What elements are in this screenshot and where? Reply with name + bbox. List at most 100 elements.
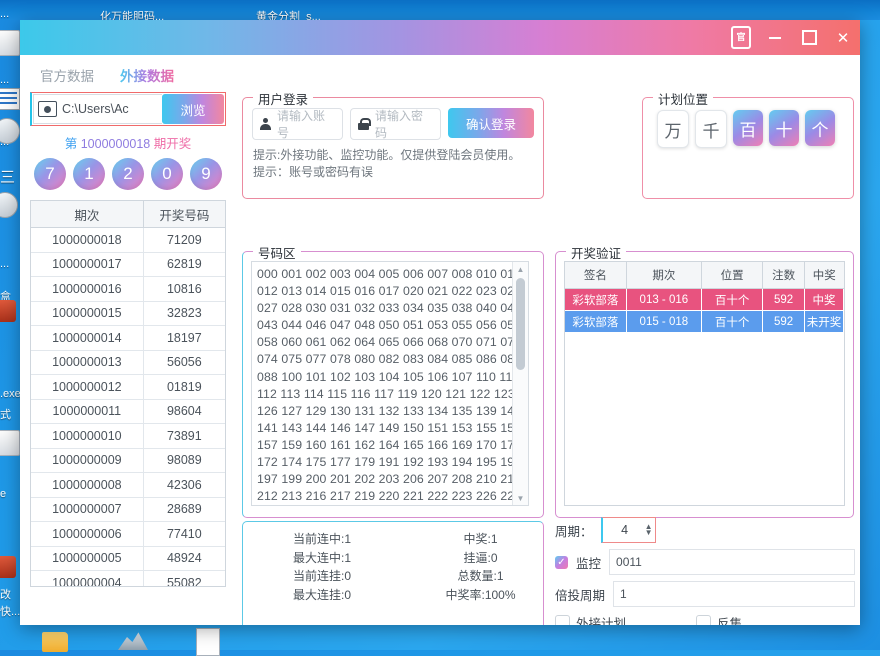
draw-ball: 1 bbox=[73, 158, 105, 190]
history-body: 1000000018 71209 1000000017 62819 1000000016… bbox=[31, 227, 225, 586]
scroll-down-arrow-icon[interactable]: ▼ bbox=[513, 491, 528, 505]
history-number-cell: 55082 bbox=[143, 570, 225, 586]
monitor-row: ✓ 监控 0011 bbox=[555, 549, 855, 575]
desktop-icon-label: .exe bbox=[0, 388, 21, 400]
table-row[interactable]: 1000000016 10816 bbox=[31, 276, 225, 302]
confirm-login-button[interactable]: 确认登录 bbox=[448, 108, 534, 138]
number-zone-area: 000 001 002 003 004 005 006 007 008 010 … bbox=[251, 261, 529, 506]
verification-table-container[interactable]: 签名 期次 位置 注数 中奖 彩软部落 013 - 016 百十个 592 中奖 彩软部落… bbox=[564, 261, 845, 506]
history-number-cell: 42306 bbox=[143, 472, 225, 498]
history-number-cell: 32823 bbox=[143, 301, 225, 326]
table-row[interactable]: 彩软部落 013 - 016 百十个 592 中奖 bbox=[565, 288, 844, 311]
scrollbar-thumb[interactable] bbox=[516, 278, 525, 370]
desktop-icon-disc[interactable] bbox=[0, 118, 20, 144]
data-source-tabs: 官方数据 外接数据 bbox=[28, 60, 228, 88]
external-plan-checkbox[interactable] bbox=[555, 615, 570, 625]
account-field[interactable]: 请输入账号 bbox=[252, 108, 343, 140]
number-zone-scrollbar[interactable]: ▲ ▼ bbox=[512, 262, 528, 505]
multiply-input[interactable]: 1 bbox=[613, 581, 855, 607]
draw-ball: 0 bbox=[151, 158, 183, 190]
table-row[interactable]: 1000000006 77410 bbox=[31, 521, 225, 547]
statistic-item: 中奖:1 bbox=[463, 532, 498, 546]
left-panel: 官方数据 外接数据 C:\Users\Ac 浏览 第 1000000018 期开… bbox=[28, 60, 228, 587]
password-field[interactable]: 请输入密码 bbox=[350, 108, 441, 140]
desktop-icon-list[interactable] bbox=[0, 88, 20, 110]
login-tip-primary: 提示:外接功能、监控功能。仅提供登陆会员使用。 bbox=[253, 148, 521, 162]
plan-position-button-十[interactable]: 十 bbox=[769, 110, 799, 146]
plan-position-button-个[interactable]: 个 bbox=[805, 110, 835, 146]
account-placeholder: 请输入账号 bbox=[277, 109, 326, 140]
tab-official-data[interactable]: 官方数据 bbox=[40, 65, 94, 85]
table-row[interactable]: 1000000018 71209 bbox=[31, 227, 225, 253]
draw-ball: 9 bbox=[190, 158, 222, 190]
cycle-label: 周期： bbox=[555, 524, 593, 539]
table-row[interactable]: 1000000013 56056 bbox=[31, 350, 225, 375]
cycle-stepper[interactable]: 4 ▲ ▼ bbox=[600, 517, 656, 543]
current-period-line: 第 1000000018 期开奖 bbox=[28, 133, 228, 152]
history-col-number: 开奖号码 bbox=[143, 201, 225, 228]
verify-bets-cell: 592 bbox=[762, 288, 805, 311]
verify-signature-cell: 彩软部落 bbox=[565, 310, 627, 333]
table-row[interactable]: 1000000017 62819 bbox=[31, 252, 225, 277]
verify-result-cell: 中奖 bbox=[804, 288, 844, 311]
table-row[interactable]: 1000000009 98089 bbox=[31, 448, 225, 473]
reverse-label: 反集 bbox=[717, 617, 743, 625]
statistic-item: 当前连挂:0 bbox=[293, 569, 352, 583]
table-row[interactable]: 1000000008 42306 bbox=[31, 472, 225, 498]
history-table-container[interactable]: 期次 开奖号码 1000000018 71209 1000000017 62819 10… bbox=[30, 200, 226, 587]
statistic-item: 中奖率:100% bbox=[445, 587, 516, 602]
table-row[interactable]: 1000000015 32823 bbox=[31, 301, 225, 326]
close-button[interactable]: ✕ bbox=[826, 20, 860, 55]
table-row[interactable]: 1000000004 55082 bbox=[31, 570, 225, 586]
file-path-row: C:\Users\Ac 浏览 bbox=[30, 92, 226, 126]
table-row[interactable]: 1000000007 28689 bbox=[31, 497, 225, 522]
history-col-period: 期次 bbox=[31, 201, 144, 228]
history-number-cell: 18197 bbox=[143, 325, 225, 351]
monitor-input[interactable]: 0011 bbox=[609, 549, 855, 575]
desktop-icon-document[interactable] bbox=[0, 30, 20, 56]
monitor-checkbox[interactable]: ✓ bbox=[555, 555, 568, 569]
table-row[interactable]: 1000000010 73891 bbox=[31, 423, 225, 449]
desktop-icon-red-app[interactable] bbox=[0, 300, 16, 322]
table-row[interactable]: 1000000012 01819 bbox=[31, 374, 225, 400]
number-zone-legend: 号码区 bbox=[253, 243, 301, 262]
history-table: 期次 开奖号码 1000000018 71209 1000000017 62819 10… bbox=[31, 201, 225, 586]
stepper-arrows-icon[interactable]: ▲ ▼ bbox=[645, 523, 653, 537]
table-row[interactable]: 1000000011 98604 bbox=[31, 399, 225, 424]
period-suffix: 期开奖 bbox=[153, 137, 192, 151]
desktop-icon-app[interactable] bbox=[0, 192, 18, 218]
plan-position-legend: 计划位置 bbox=[653, 89, 714, 108]
plan-position-group: 计划位置 万千百十个 bbox=[642, 89, 854, 199]
minimize-button[interactable] bbox=[758, 20, 792, 55]
official-badge-icon[interactable]: 官 bbox=[724, 20, 758, 55]
history-period-cell: 1000000007 bbox=[31, 497, 144, 522]
plan-position-button-万[interactable]: 万 bbox=[657, 110, 689, 148]
checkbox-row: 外接计划 反集 bbox=[555, 613, 855, 625]
desktop-icon-mountain[interactable] bbox=[118, 630, 148, 650]
table-row[interactable]: 彩软部落 015 - 018 百十个 592 未开奖 bbox=[565, 310, 844, 333]
plan-position-button-千[interactable]: 千 bbox=[695, 110, 727, 148]
window-content: 官方数据 外接数据 C:\Users\Ac 浏览 第 1000000018 期开… bbox=[20, 55, 860, 625]
desktop-icon-tool[interactable] bbox=[0, 556, 16, 578]
desktop-icon-folder[interactable] bbox=[42, 632, 68, 652]
file-path-input[interactable]: C:\Users\Ac bbox=[33, 94, 162, 124]
reverse-checkbox[interactable] bbox=[696, 615, 712, 625]
cycle-value: 4 bbox=[621, 523, 629, 537]
table-row[interactable]: 1000000005 48924 bbox=[31, 546, 225, 571]
history-number-cell: 56056 bbox=[143, 350, 225, 375]
desktop-icon-file[interactable] bbox=[0, 430, 20, 456]
browse-button[interactable]: 浏览 bbox=[162, 94, 224, 124]
lock-icon bbox=[358, 118, 371, 130]
number-list-text[interactable]: 000 001 002 003 004 005 006 007 008 010 … bbox=[252, 262, 512, 505]
scroll-up-arrow-icon[interactable]: ▲ bbox=[513, 262, 528, 276]
desktop-icon-text-document[interactable] bbox=[196, 628, 220, 656]
window-title-bar[interactable]: 官 ✕ bbox=[20, 20, 860, 55]
maximize-button[interactable] bbox=[792, 20, 826, 55]
tab-external-data[interactable]: 外接数据 bbox=[120, 65, 174, 85]
table-row[interactable]: 1000000014 18197 bbox=[31, 325, 225, 351]
desktop-icon-label: 改 bbox=[0, 589, 11, 601]
plan-position-button-百[interactable]: 百 bbox=[733, 110, 763, 146]
desktop-icon-label: ... bbox=[0, 8, 10, 20]
history-number-cell: 71209 bbox=[143, 227, 225, 253]
user-login-legend: 用户登录 bbox=[253, 89, 314, 108]
